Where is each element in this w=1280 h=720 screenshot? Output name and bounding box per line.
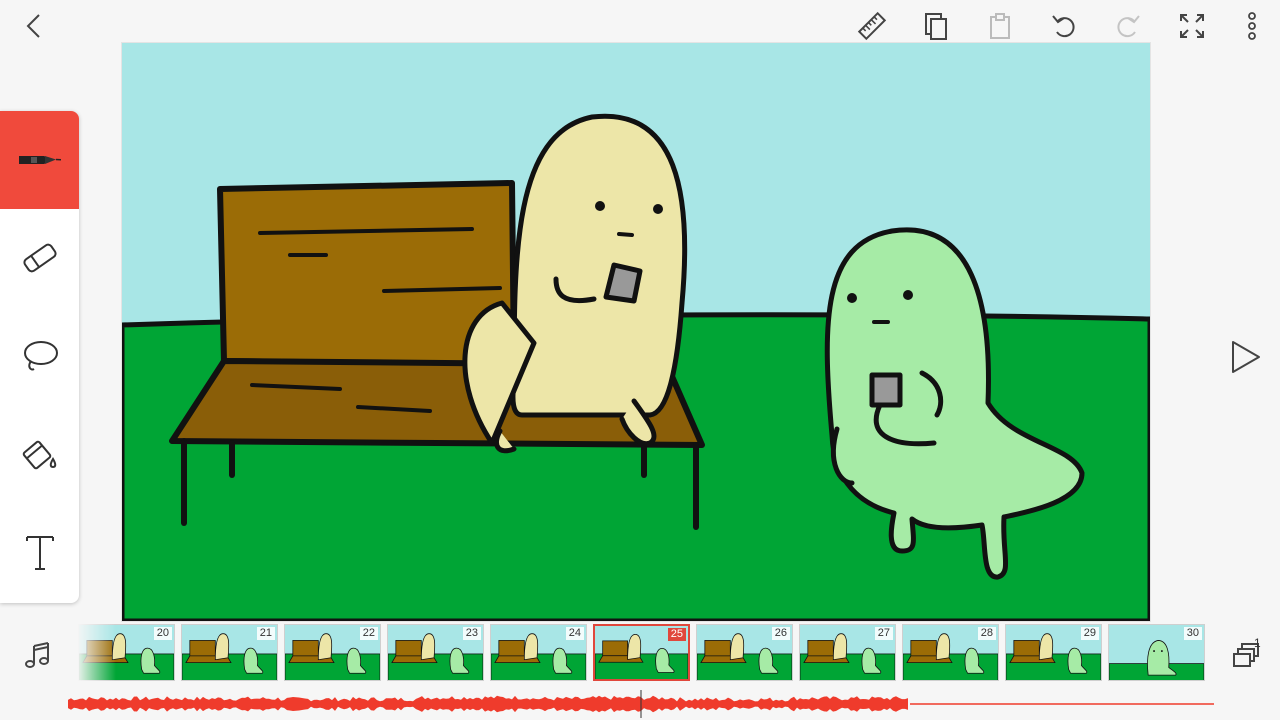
- text-tool[interactable]: [0, 503, 79, 601]
- paste-button[interactable]: [980, 6, 1020, 46]
- redo-button[interactable]: [1108, 6, 1148, 46]
- frame-timeline[interactable]: 20 21 22 23 24 25 26 27 28 29 30: [76, 624, 1206, 684]
- frame-thumbnail[interactable]: 23: [387, 624, 484, 681]
- frame-number: 26: [771, 627, 790, 640]
- back-arrow-icon: [26, 14, 40, 38]
- frame-thumbnail[interactable]: 30: [1108, 624, 1205, 681]
- more-options-button[interactable]: [1232, 6, 1272, 46]
- canvas-artwork: [122, 43, 1150, 621]
- copy-icon: [925, 13, 947, 40]
- play-icon: [1232, 341, 1260, 373]
- eraser-tool[interactable]: [0, 209, 79, 307]
- frame-thumbnail[interactable]: 25: [593, 624, 690, 681]
- frame-number: 27: [874, 627, 893, 640]
- frame-thumbnail[interactable]: 26: [696, 624, 793, 681]
- frame-number: 30: [1183, 627, 1202, 640]
- frame-number: 23: [462, 627, 481, 640]
- frame-number: 21: [256, 627, 275, 640]
- fill-tool[interactable]: [0, 405, 79, 503]
- ruler-button[interactable]: [852, 6, 892, 46]
- fullscreen-icon: [1180, 14, 1204, 38]
- tool-palette: [0, 111, 79, 603]
- frame-thumbnail[interactable]: 24: [490, 624, 587, 681]
- play-button[interactable]: [1222, 334, 1268, 380]
- undo-button[interactable]: [1044, 6, 1084, 46]
- redo-icon: [1117, 15, 1140, 38]
- audio-button[interactable]: [18, 636, 56, 674]
- frame-thumbnail[interactable]: 29: [1005, 624, 1102, 681]
- frame-number: 29: [1080, 627, 1099, 640]
- copy-button[interactable]: [916, 6, 956, 46]
- frame-number: 22: [359, 627, 378, 640]
- lasso-icon: [23, 341, 58, 371]
- frame-thumbnail[interactable]: 20: [78, 624, 175, 681]
- frame-thumbnail[interactable]: 28: [902, 624, 999, 681]
- undo-icon: [1052, 15, 1075, 38]
- waveform-shape: [68, 695, 908, 713]
- layers-button[interactable]: [1226, 636, 1268, 676]
- pen-tool[interactable]: [0, 111, 79, 209]
- frame-number: 20: [153, 627, 172, 640]
- eraser-icon: [22, 243, 57, 273]
- frame-thumbnail[interactable]: 22: [284, 624, 381, 681]
- audio-waveform[interactable]: [68, 690, 1214, 718]
- paint-bucket-icon: [22, 440, 56, 470]
- frame-number: 24: [565, 627, 584, 640]
- more-vertical-icon: [1248, 12, 1256, 40]
- back-button[interactable]: [14, 6, 54, 46]
- frame-number: 28: [977, 627, 996, 640]
- frame-thumbnail[interactable]: 21: [181, 624, 278, 681]
- paste-icon: [990, 13, 1010, 39]
- fullscreen-button[interactable]: [1172, 6, 1212, 46]
- ruler-icon: [857, 11, 887, 41]
- frame-number: 25: [667, 628, 686, 641]
- music-note-icon: [25, 642, 49, 668]
- layer-count: 1: [1254, 636, 1261, 650]
- frame-thumbnail[interactable]: 27: [799, 624, 896, 681]
- text-icon: [25, 536, 54, 570]
- pen-icon: [18, 156, 61, 164]
- drawing-canvas[interactable]: [122, 43, 1150, 621]
- lasso-tool[interactable]: [0, 307, 79, 405]
